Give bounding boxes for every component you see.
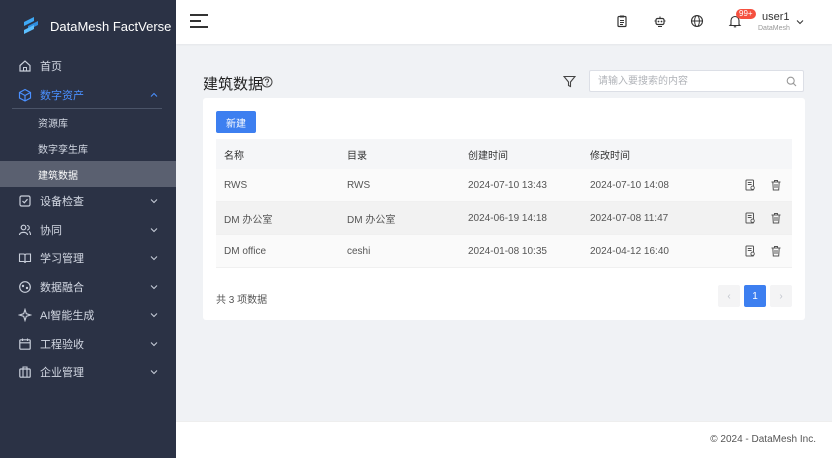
- cell-name: DM office: [224, 245, 267, 257]
- chevron-down-icon: [150, 199, 158, 204]
- column-header-directory: 目录: [347, 150, 367, 162]
- chevron-down-icon: [150, 313, 158, 318]
- building-icon: [18, 365, 32, 379]
- users-icon: [18, 223, 32, 237]
- sidebar: DataMesh FactVerse 首页 数字资产 资源库 数字孪生库 建筑数…: [0, 0, 176, 458]
- chevron-up-icon: [150, 92, 158, 97]
- sidebar-item-label: 协同: [40, 224, 62, 237]
- cell-directory: DM 办公室: [347, 214, 396, 226]
- cube-icon: [18, 88, 32, 102]
- sidebar-subitem-digital-twin-library[interactable]: 数字孪生库: [0, 135, 176, 161]
- menu-toggle-icon[interactable]: [190, 14, 208, 30]
- details-icon[interactable]: [744, 179, 756, 191]
- cell-directory: ceshi: [347, 245, 371, 257]
- total-count: 共 3 项数据: [216, 295, 268, 306]
- data-fusion-icon: [18, 280, 32, 294]
- cell-name: RWS: [224, 179, 248, 191]
- cell-modified: 2024-04-12 16:40: [590, 245, 669, 257]
- user-org: DataMesh: [758, 25, 790, 32]
- pagination: ‹ 1 ›: [718, 285, 792, 307]
- ai-sparkle-icon: [18, 308, 32, 323]
- cell-name: DM 办公室: [224, 214, 273, 226]
- cell-created: 2024-01-08 10:35: [468, 245, 547, 257]
- table-row[interactable]: DM office ceshi 2024-01-08 10:35 2024-04…: [216, 235, 792, 268]
- chevron-down-icon: [150, 256, 158, 261]
- details-icon[interactable]: [744, 245, 756, 257]
- row-actions: [712, 212, 792, 224]
- column-header-name: 名称: [224, 150, 244, 162]
- table-header: 名称 目录 创建时间 修改时间: [216, 139, 792, 169]
- prev-page-button[interactable]: ‹: [718, 285, 740, 307]
- sidebar-item-label: 数字资产: [40, 89, 84, 102]
- table-row[interactable]: RWS RWS 2024-07-10 13:43 2024-07-10 14:0…: [216, 169, 792, 202]
- cell-modified: 2024-07-08 11:47: [590, 212, 669, 224]
- sidebar-item-learning-management[interactable]: 学习管理: [0, 244, 176, 273]
- chevron-down-icon[interactable]: [796, 18, 804, 26]
- delete-icon[interactable]: [770, 245, 782, 257]
- sidebar-item-ai-generation[interactable]: AI智能生成: [0, 301, 176, 330]
- search-box: [589, 70, 804, 92]
- copyright: © 2024 - DataMesh Inc.: [710, 434, 816, 445]
- sidebar-menu: 首页 数字资产 资源库 数字孪生库 建筑数据 设备检查 协同 学习管理 数据融合…: [0, 52, 176, 387]
- search-icon[interactable]: [786, 76, 797, 87]
- page-title: 建筑数据: [203, 76, 264, 93]
- robot-icon[interactable]: [653, 14, 667, 28]
- row-actions: [712, 245, 792, 257]
- sidebar-item-home[interactable]: 首页: [0, 52, 176, 81]
- top-header: 99+ user1 DataMesh: [176, 0, 832, 44]
- cell-created: 2024-07-10 13:43: [468, 179, 547, 191]
- sidebar-item-label: 企业管理: [40, 367, 84, 380]
- sidebar-item-label: 数据融合: [40, 281, 84, 294]
- details-icon[interactable]: [744, 212, 756, 224]
- clipboard-icon[interactable]: [615, 14, 629, 28]
- search-input[interactable]: [590, 71, 775, 91]
- globe-icon[interactable]: [690, 14, 704, 28]
- brand-name: DataMesh FactVerse: [50, 18, 172, 34]
- book-icon: [18, 251, 32, 265]
- chevron-down-icon: [150, 227, 158, 232]
- sidebar-item-data-fusion[interactable]: 数据融合: [0, 273, 176, 302]
- chevron-down-icon: [150, 370, 158, 375]
- page-button-current[interactable]: 1: [744, 285, 766, 307]
- sidebar-item-label: 工程验收: [40, 338, 84, 351]
- delete-icon[interactable]: [770, 212, 782, 224]
- sidebar-subitem-resource-library[interactable]: 资源库: [0, 109, 176, 135]
- cell-modified: 2024-07-10 14:08: [590, 179, 669, 191]
- content-card: 新建 名称 目录 创建时间 修改时间 RWS RWS 2024-07-10 13…: [203, 98, 805, 320]
- filter-icon[interactable]: [563, 75, 576, 88]
- home-icon: [18, 59, 32, 73]
- checklist-icon: [18, 194, 32, 208]
- next-page-button[interactable]: ›: [770, 285, 792, 307]
- cell-directory: RWS: [347, 179, 371, 191]
- sidebar-item-label: AI智能生成: [40, 310, 95, 323]
- help-icon[interactable]: [261, 76, 273, 88]
- new-button[interactable]: 新建: [216, 111, 256, 133]
- calendar-icon: [18, 337, 32, 351]
- table-row[interactable]: DM 办公室 DM 办公室 2024-06-19 14:18 2024-07-0…: [216, 202, 792, 235]
- sidebar-item-enterprise-management[interactable]: 企业管理: [0, 358, 176, 387]
- sidebar-item-digital-assets[interactable]: 数字资产: [0, 81, 176, 109]
- sidebar-item-label: 首页: [40, 61, 62, 74]
- user-name[interactable]: user1: [762, 11, 790, 23]
- column-header-modified: 修改时间: [590, 150, 630, 162]
- column-header-created: 创建时间: [468, 150, 508, 162]
- sidebar-item-equipment-inspection[interactable]: 设备检查: [0, 187, 176, 216]
- sidebar-item-collaboration[interactable]: 协同: [0, 216, 176, 245]
- brand: DataMesh FactVerse: [0, 0, 176, 52]
- divider: [12, 108, 162, 109]
- footer: © 2024 - DataMesh Inc.: [176, 421, 832, 458]
- row-actions: [712, 179, 792, 191]
- data-table: 名称 目录 创建时间 修改时间 RWS RWS 2024-07-10 13:43…: [216, 139, 792, 268]
- sidebar-item-label: 设备检查: [40, 196, 84, 209]
- datamesh-logo-icon: [24, 17, 38, 34]
- delete-icon[interactable]: [770, 179, 782, 191]
- sidebar-item-label: 学习管理: [40, 253, 84, 266]
- chevron-down-icon: [150, 341, 158, 346]
- sidebar-item-engineering-acceptance[interactable]: 工程验收: [0, 330, 176, 359]
- chevron-down-icon: [150, 284, 158, 289]
- cell-created: 2024-06-19 14:18: [468, 212, 547, 224]
- notification-badge: 99+: [736, 9, 756, 19]
- sidebar-subitem-building-data[interactable]: 建筑数据: [0, 161, 176, 187]
